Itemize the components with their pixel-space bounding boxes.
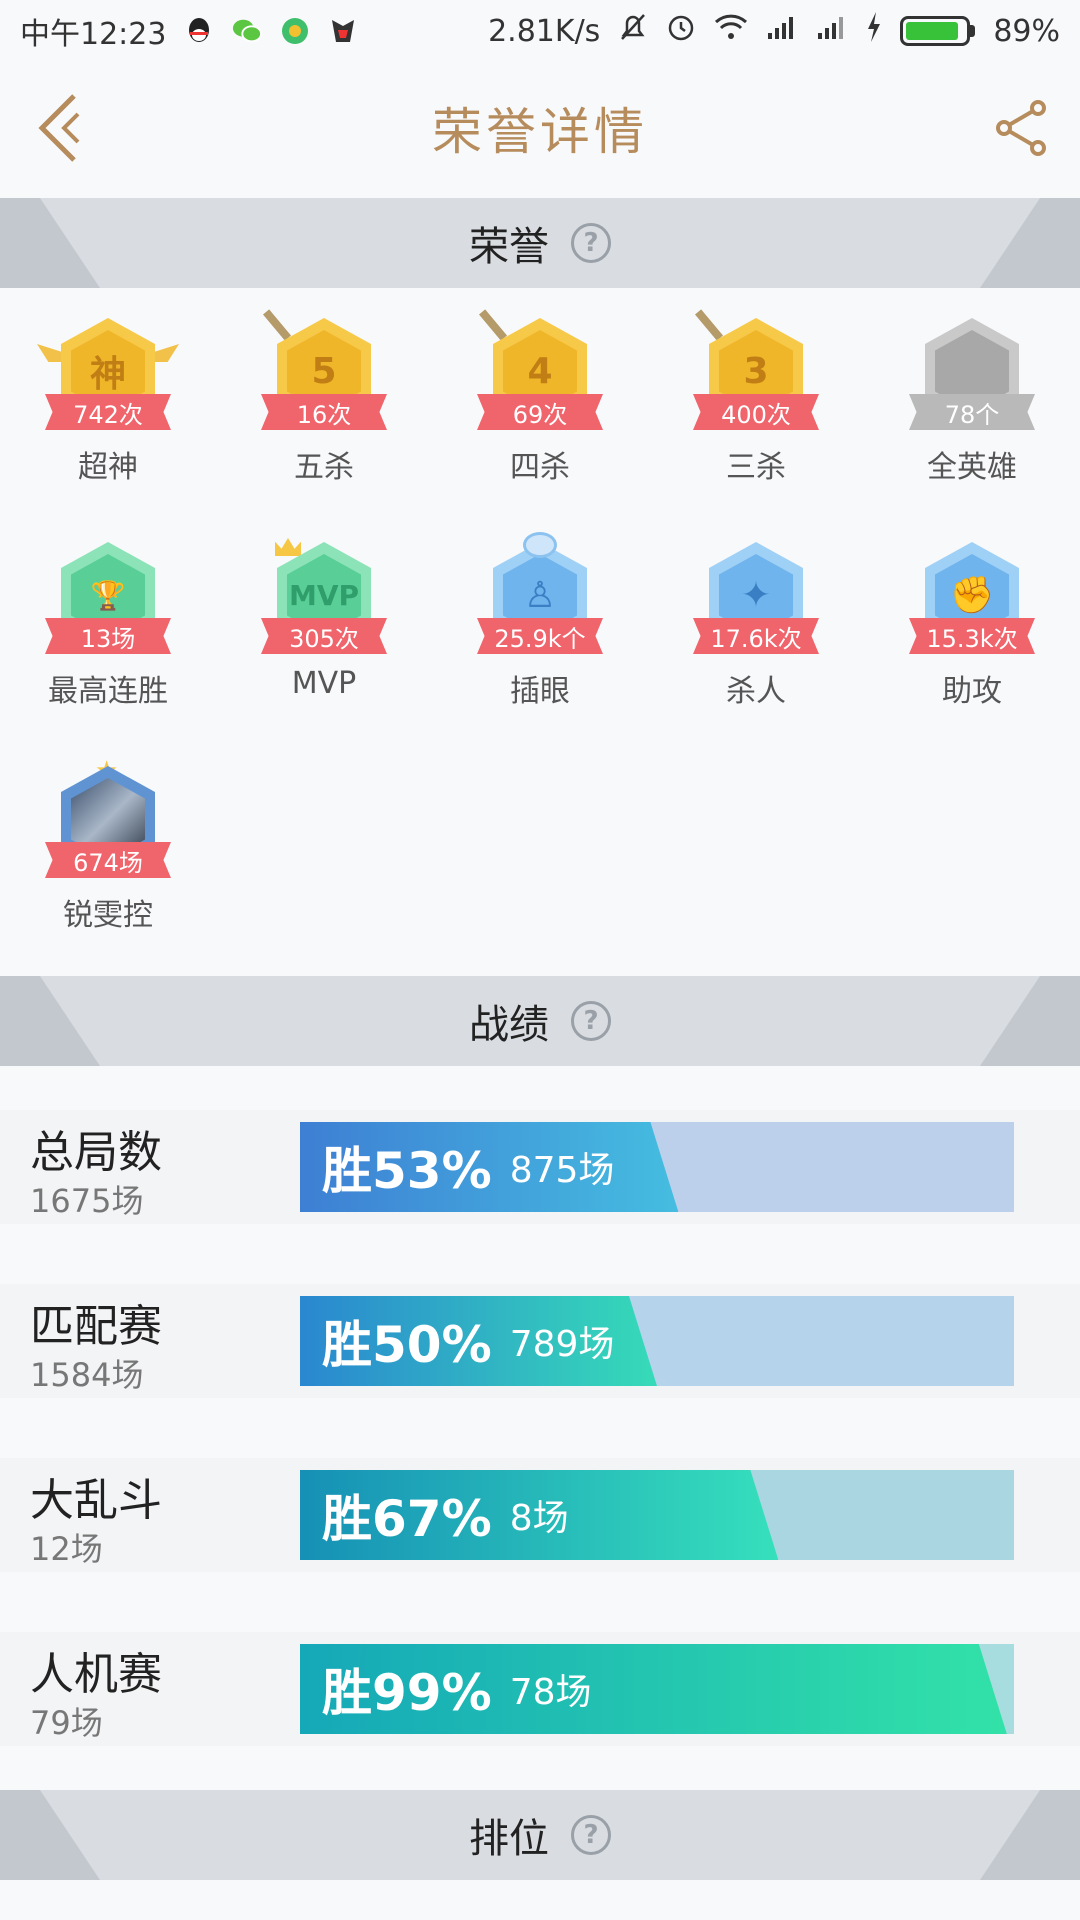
penta-kill-icon: 5 16次 [259,309,389,448]
section-title-rank: 排位 [469,1816,549,1862]
honor-count: 674场 [45,842,171,878]
hero-portrait-icon: ★ 674场 [43,756,173,896]
battery-percent: 89% [993,13,1060,49]
honor-label: 五杀 [294,450,354,485]
honor-count: 25.9k个 [477,618,603,654]
honor-count: 78个 [909,394,1035,430]
section-header-record: 战绩 ? [0,976,1080,1066]
honor-grid: 神 742次 超神 5 16次 五杀 4 69次 四杀 3 400次 三杀 78… [0,288,1080,948]
charging-icon [866,12,882,50]
win-rate-label: 胜50% [322,1316,492,1374]
section-header-rank: 排位 ? [0,1790,1080,1880]
game-app-icon [328,16,358,46]
mute-icon [618,11,648,51]
win-rate-label: 胜99% [322,1664,492,1722]
win-count: 8场 [509,1498,569,1539]
honor-count: 15.3k次 [909,618,1035,654]
help-icon[interactable]: ? [571,1001,611,1041]
wifi-icon [714,13,748,49]
honor-label: 三杀 [726,450,786,485]
honor-count: 742次 [45,394,171,430]
qq-icon [184,16,214,46]
wechat-icon [232,16,263,46]
help-icon[interactable]: ? [571,223,611,263]
section-title-honor: 荣誉 [469,224,549,270]
page-title: 荣誉详情 [432,103,648,161]
stat-row-aram[interactable]: 大乱斗 12场 胜67% 8场 [0,1458,1080,1572]
stat-total: 12场 [30,1530,103,1568]
stat-row-match[interactable]: 匹配赛 1584场 胜50% 789场 [0,1284,1080,1398]
stat-total: 1675场 [30,1182,144,1220]
god-icon: 神 742次 [37,318,179,448]
status-bar: 中午12:23 2.81K/s 89% [0,0,1080,62]
honor-count: 17.6k次 [693,618,819,654]
mvp-icon: MVP 305次 [259,538,389,672]
top-bar: 荣誉详情 [0,62,1080,194]
win-rate-bar: 胜53% 875场 [300,1122,1014,1212]
honor-count: 400次 [693,394,819,430]
honor-count: 16次 [261,394,387,430]
win-rate-bar: 胜50% 789场 [300,1296,1014,1386]
stat-name: 大乱斗 [30,1475,162,1526]
stat-name: 匹配赛 [30,1301,162,1352]
honor-label: 四杀 [510,450,570,485]
signal-icon [766,13,798,49]
kill-icon: ✦ 17.6k次 [691,542,821,672]
signal-icon-2 [816,13,848,49]
honor-label: 助攻 [942,674,1002,709]
section-title-record: 战绩 [469,1002,549,1048]
honor-label: 杀人 [726,674,786,709]
honor-label: 最高连胜 [48,674,168,709]
win-rate-label: 胜53% [322,1142,492,1200]
honor-label: 超神 [78,450,138,485]
ward-icon: ♙ 25.9k个 [475,532,605,672]
honor-item-quadra-kill[interactable]: 4 69次 四杀 [432,288,648,500]
stat-total: 79场 [30,1704,103,1742]
status-time: 中午12:23 [20,17,167,52]
win-count: 789场 [509,1324,615,1365]
honor-count: 13场 [45,618,171,654]
honor-item-triple-kill[interactable]: 3 400次 三杀 [648,288,864,500]
honor-item-all-heroes[interactable]: 78个 全英雄 [864,288,1080,500]
honor-label: 全英雄 [927,450,1017,485]
honor-item-hero-mastery[interactable]: ★ 674场 锐雯控 [0,736,216,948]
honor-item-kill[interactable]: ✦ 17.6k次 杀人 [648,512,864,724]
honor-item-penta-kill[interactable]: 5 16次 五杀 [216,288,432,500]
alarm-icon [666,12,696,50]
honor-item-assist[interactable]: ✊ 15.3k次 助攻 [864,512,1080,724]
honor-item-ward[interactable]: ♙ 25.9k个 插眼 [432,512,648,724]
all-heroes-icon: 78个 [907,318,1037,448]
triple-kill-icon: 3 400次 [691,309,821,448]
battery-icon [900,16,976,46]
win-count: 78场 [509,1672,592,1713]
quadra-kill-icon: 4 69次 [475,309,605,448]
section-header-honor: 荣誉 ? [0,198,1080,288]
honor-label: 锐雯控 [63,898,153,933]
honor-count: 69次 [477,394,603,430]
back-icon[interactable] [34,90,90,166]
honor-item-god[interactable]: 神 742次 超神 [0,288,216,500]
win-rate-label: 胜67% [322,1490,492,1548]
assist-icon: ✊ 15.3k次 [907,542,1037,672]
stat-total: 1584场 [30,1356,144,1394]
honor-label: 插眼 [510,674,570,709]
honor-item-win-streak[interactable]: 🏆 13场 最高连胜 [0,512,216,724]
share-icon[interactable] [994,98,1050,158]
win-rate-bar: 胜99% 78场 [300,1644,1014,1734]
stat-name: 人机赛 [30,1649,162,1700]
stat-row-total[interactable]: 总局数 1675场 胜53% 875场 [0,1110,1080,1224]
trophy-icon: 🏆 13场 [43,542,173,672]
honor-item-mvp[interactable]: MVP 305次 MVP [216,512,432,724]
help-icon[interactable]: ? [571,1815,611,1855]
stat-row-bot[interactable]: 人机赛 79场 胜99% 78场 [0,1632,1080,1746]
network-speed: 2.81K/s [488,13,601,49]
stat-name: 总局数 [30,1127,162,1178]
music-icon [280,16,310,46]
win-count: 875场 [509,1150,615,1191]
honor-count: 305次 [261,618,387,654]
win-rate-bar: 胜67% 8场 [300,1470,1014,1560]
